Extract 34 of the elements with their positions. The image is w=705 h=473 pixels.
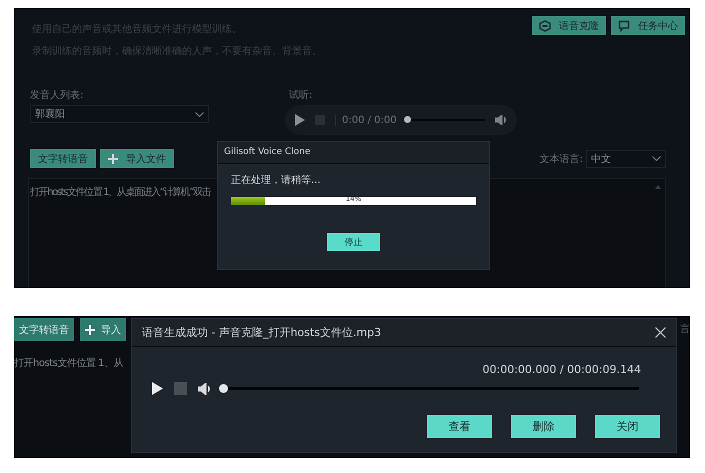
stop-button[interactable]: 停止 (327, 233, 380, 251)
seek-thumb[interactable] (404, 116, 411, 123)
dialog-button[interactable]: 删除 (511, 415, 576, 438)
dialog-title: Gilisoft Voice Clone (218, 142, 489, 164)
action-button[interactable]: 导入 (80, 318, 126, 341)
dialog-button[interactable]: 查看 (427, 415, 492, 438)
action-button[interactable]: 导入文件 (100, 149, 174, 168)
chevron-icon (652, 156, 661, 161)
text-area-content: 打开hosts文件位置 1、从 (14, 356, 123, 370)
volume-icon[interactable] (495, 115, 507, 125)
language-label: 言 (680, 322, 690, 336)
language-label: 文本语言: (540, 152, 583, 166)
dialog-button[interactable]: 关闭 (595, 415, 660, 438)
time-text: 0:00 / 0:00 (335, 114, 397, 126)
language-dropdown[interactable]: 中文 (586, 150, 666, 168)
header-button[interactable]: 语音克隆 (532, 16, 606, 35)
volume-icon[interactable] (198, 382, 212, 394)
plus-icon (108, 154, 118, 164)
action-button[interactable]: 文字转语音 (30, 149, 96, 168)
play-icon[interactable] (152, 382, 163, 395)
action-button[interactable]: 文字转语音 (14, 318, 74, 341)
chevron-icon (195, 112, 204, 116)
play-icon[interactable] (295, 114, 305, 126)
speaker-dropdown[interactable]: 郭襄阳 (30, 105, 209, 123)
dialog-title: 语音生成成功 - 声音克隆_打开hosts文件位.mp3 (142, 325, 382, 340)
time-text: 00:00:00.000 / 00:00:09.144 (482, 362, 642, 376)
plus-icon (85, 324, 95, 334)
clone-icon (539, 20, 551, 32)
close-icon[interactable] (655, 327, 666, 338)
speaker-label: 发音人列表: (30, 88, 84, 102)
preview-label: 试听: (289, 88, 314, 102)
header-button[interactable]: 任务中心 (611, 16, 685, 35)
chat-icon (618, 20, 630, 32)
seek-thumb[interactable] (219, 384, 228, 393)
